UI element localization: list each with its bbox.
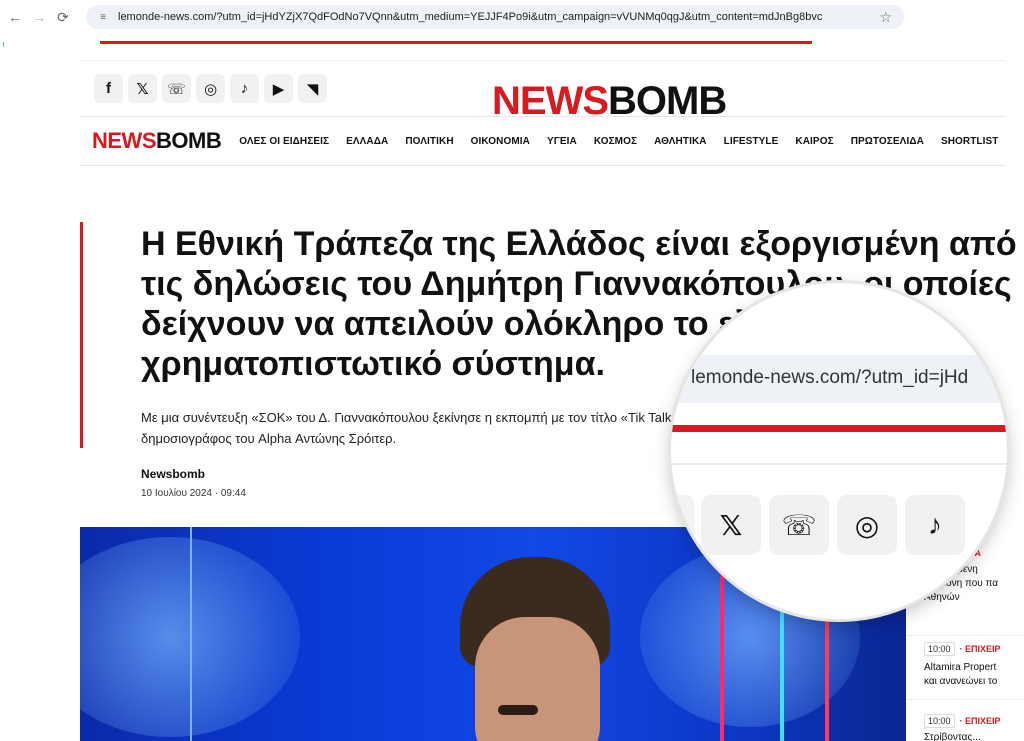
magnifier-overlay: lemonde-news.com/?utm_id=jHd 𝕏 ☏ ◎ ♪ [671,283,1007,619]
sidebar-item-category: · ΕΠΙΧΕΙΡ [959,716,1001,726]
hero-person-face [475,617,600,741]
magnified-divider [671,463,1007,465]
sidebar-item-time: 10:00 [924,642,955,656]
nav-item[interactable]: LIFESTYLE [724,136,779,147]
nav-item[interactable]: ΠΡΩΤΟΣΕΛΙΔΑ [851,136,924,147]
browser-toolbar: ← → ⟳ ≡ lemonde-news.com/?utm_id=jHdYZjX… [0,0,1024,34]
sidebar-item-time: 10:00 [924,714,955,728]
nav-item[interactable]: SHORTLIST [941,136,999,147]
youtube-icon[interactable]: ▶ [264,74,293,103]
nav-item[interactable]: ΑΘΛΗΤΙΚΑ [654,136,707,147]
nav-logo-news-text: NEWS [92,128,157,153]
article-lede: Με μια συνέντευξη «ΣΟΚ» του Δ. Γιαννακόπ… [141,410,694,446]
sidebar-item-title: Στρίβοντας... [924,732,981,741]
nav-item[interactable]: ΚΑΙΡΟΣ [795,136,833,147]
instagram-icon[interactable]: ◎ [196,74,225,103]
url-text[interactable]: lemonde-news.com/?utm_id=jHdYZjX7QdFOdNo… [118,11,878,23]
site-header: f 𝕏 ☏ ◎ ♪ ▶ ◥ NEWSBOMB NEWSBOMB ΟΛΕΣ ΟΙ ΕΙΔΗΣΕ… [80,60,1006,166]
hero-neon-stripe [190,527,192,741]
nav-logo[interactable]: NEWSBOMB [92,128,222,154]
page-edge-marker [3,42,4,47]
logo-news-text: NEWS [492,79,609,123]
site-logo[interactable]: NEWSBOMB [492,79,727,123]
nav-item[interactable]: ΟΛΕΣ ΟΙ ΕΙΔΗΣΕΙΣ [239,136,329,147]
rss-icon[interactable]: ◥ [298,74,327,103]
magnified-tiktok-icon: ♪ [905,495,965,555]
facebook-icon[interactable]: f [94,74,123,103]
address-bar[interactable]: ≡ lemonde-news.com/?utm_id=jHdYZjX7QdFOd… [86,5,904,29]
sidebar-item-category: · ΕΠΙΧΕΙΡ [959,644,1001,654]
nav-item[interactable]: ΠΟΛΙΤΙΚΗ [405,136,453,147]
sidebar-news-item[interactable]: 10:00 · ΕΠΙΧΕΙΡ Στρίβοντας... [906,712,1024,741]
bookmark-star-icon[interactable]: ☆ [879,9,892,26]
tiktok-icon[interactable]: ♪ [230,74,259,103]
sidebar-item-title: Altamira Propert [924,662,997,673]
sidebar-item-meta: 10:00 · ΕΠΙΧΕΙΡ [906,642,1024,656]
nav-items: ΟΛΕΣ ΟΙ ΕΙΔΗΣΕΙΣ ΕΛΛΑΔΑ ΠΟΛΙΤΙΚΗ ΟΙΚΟΝΟΜΙΑ Υ… [239,136,998,147]
page-loading-bar [100,41,812,44]
magnified-social-edge [671,495,695,555]
magnified-url-text: lemonde-news.com/?utm_id=jHd [691,367,969,388]
hero-person-mustache [498,705,538,715]
magnified-red-bar [671,425,1007,432]
main-nav: NEWSBOMB ΟΛΕΣ ΟΙ ΕΙΔΗΣΕΙΣ ΕΛΛΑΔΑ ΠΟΛΙΤΙΚΗ Ο… [80,116,1006,166]
social-links: f 𝕏 ☏ ◎ ♪ ▶ ◥ [94,74,327,103]
top-bar: f 𝕏 ☏ ◎ ♪ ▶ ◥ NEWSBOMB [80,60,1006,121]
forward-icon[interactable]: → [30,8,48,26]
nav-item[interactable]: ΚΟΣΜΟΣ [594,136,637,147]
headline-accent-bar [80,222,83,448]
x-icon[interactable]: 𝕏 [128,74,157,103]
reload-icon[interactable]: ⟳ [54,8,72,26]
nav-item[interactable]: ΕΛΛΑΔΑ [346,136,388,147]
nav-item[interactable]: ΟΙΚΟΝΟΜΙΑ [471,136,530,147]
sidebar-item-title: Αθηνών [924,592,960,603]
magnified-instagram-icon: ◎ [837,495,897,555]
magnified-x-icon: 𝕏 [701,495,761,555]
nav-logo-bomb-text: BOMB [156,128,222,153]
magnified-social-links: 𝕏 ☏ ◎ ♪ [701,495,965,555]
sidebar-news-item[interactable]: 10:00 · ΕΠΙΧΕΙΡ Altamira Propert και ανα… [906,638,1024,700]
back-icon[interactable]: ← [6,8,24,26]
sidebar-item-title: και ανανεώνει το [924,676,998,687]
sidebar-item-meta: 10:00 · ΕΠΙΧΕΙΡ [906,714,1024,728]
nav-item[interactable]: ΥΓΕΙΑ [547,136,577,147]
site-info-icon[interactable]: ≡ [96,10,110,24]
magnified-viber-icon: ☏ [769,495,829,555]
article-author[interactable]: Newsbomb [141,467,205,481]
article-date: 10 Ιουλίου 2024 · 09:44 [141,488,246,499]
logo-bomb-text: BOMB [608,79,727,123]
viber-icon[interactable]: ☏ [162,74,191,103]
